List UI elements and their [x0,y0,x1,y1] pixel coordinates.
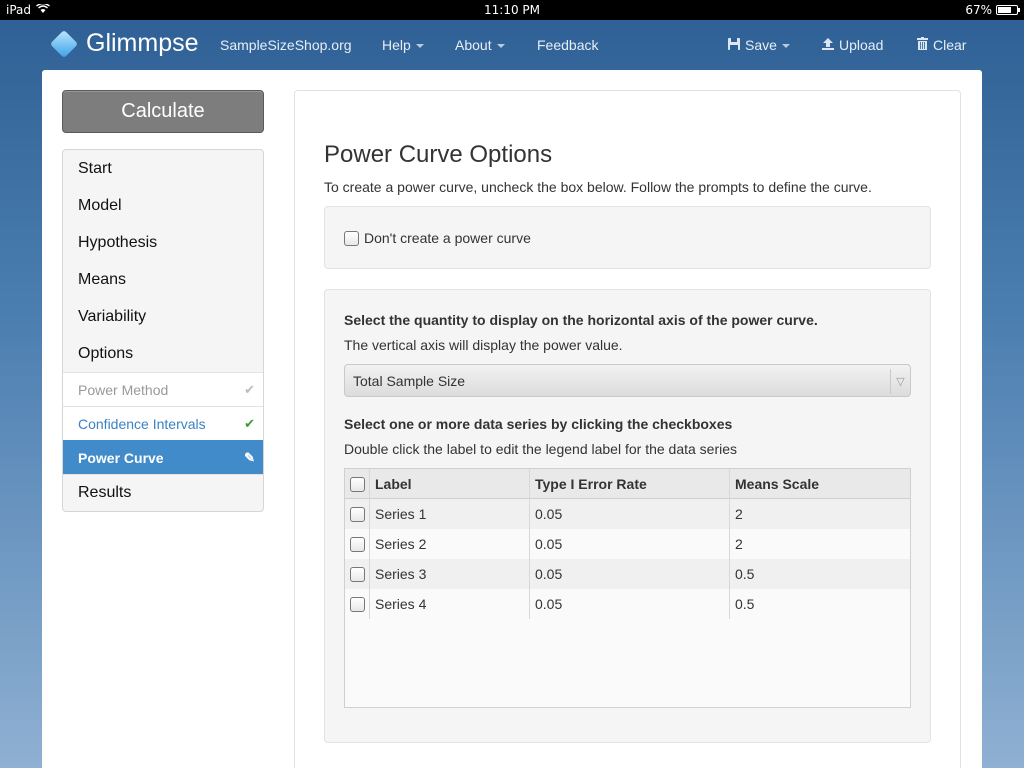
axis-question: Select the quantity to display on the ho… [344,312,818,328]
sidebar-item-model[interactable]: Model [63,187,263,224]
page-title: Power Curve Options [324,141,553,168]
sidebar-item-results[interactable]: Results [63,474,263,511]
upload-icon [822,38,834,53]
no-curve-checkbox[interactable] [344,230,359,246]
clear-button[interactable]: Clear [917,37,966,53]
series-label[interactable]: Series 2 [370,529,530,559]
page-subtitle: To create a power curve, uncheck the box… [324,179,872,195]
row-checkbox[interactable] [350,536,365,552]
axis-note: The vertical axis will display the power… [344,337,623,353]
nav-link-feedback[interactable]: Feedback [537,37,598,53]
type1-value: 0.05 [535,566,563,582]
row-checkbox[interactable] [350,566,365,582]
no-curve-option[interactable]: Don't create a power curve [344,230,531,246]
column-header-means: Means Scale [735,476,820,492]
chevron-down-icon: ▽ [890,369,910,394]
table-row[interactable]: Series 3 0.05 0.5 [345,559,910,589]
nav-help-label: Help [382,37,411,53]
type1-value: 0.05 [535,536,563,552]
sidebar-item-power-curve[interactable]: Power Curve ✎ [63,440,263,474]
series-note: Double click the label to edit the legen… [344,441,738,457]
row-checkbox[interactable] [350,596,365,612]
brand-logo[interactable]: Glimmpse [49,29,199,58]
row-checkbox-cell [345,499,370,529]
row-checkbox-cell [345,529,370,559]
column-header-type1: Type I Error Rate [535,476,647,492]
row-checkbox-cell [345,589,370,619]
nav-menu-help[interactable]: Help [382,37,424,53]
sidebar-item-options[interactable]: Options [63,335,263,372]
upload-button[interactable]: Upload [822,37,883,53]
sidebar-item-start[interactable]: Start [63,150,263,187]
select-all-cell [345,469,370,499]
series-label[interactable]: Series 4 [370,589,530,619]
means-value: 0.5 [735,566,755,582]
type1-value: 0.05 [535,596,563,612]
column-divider [529,469,530,619]
battery-percent: 67% [965,3,992,17]
no-curve-well: Don't create a power curve [324,206,931,269]
main-container: Calculate Start Model Hypothesis Means V… [42,70,982,768]
sidebar-item-hypothesis[interactable]: Hypothesis [63,224,263,261]
wizard-sidebar: Start Model Hypothesis Means Variability… [62,149,264,512]
table-row[interactable]: Series 1 0.05 2 [345,499,910,529]
diamond-logo-icon [49,29,79,58]
select-all-checkbox[interactable] [350,476,365,492]
column-divider [369,469,370,619]
battery-icon [996,5,1020,15]
sidebar-item-label: Power Method [78,381,169,398]
clear-label: Clear [933,37,967,53]
type1-value: 0.05 [535,506,563,522]
series-question: Select one or more data series by clicki… [344,416,733,432]
table-row[interactable]: Series 2 0.05 2 [345,529,910,559]
save-menu-button[interactable]: Save [728,37,790,53]
sidebar-item-label: Confidence Intervals [78,415,206,432]
calculate-button[interactable]: Calculate [62,90,264,133]
trash-icon [917,37,928,53]
sidebar-item-power-method[interactable]: Power Method ✔ [63,372,263,406]
nav-link-samplesizeshop[interactable]: SampleSizeShop.org [220,37,352,53]
pencil-icon: ✎ [244,449,255,465]
select-value: Total Sample Size [353,373,466,389]
clock: 11:10 PM [484,3,540,17]
save-label: Save [745,37,777,53]
checkmark-icon: ✔ [244,415,255,431]
nav-about-label: About [455,37,492,53]
means-value: 2 [735,506,743,522]
sidebar-item-variability[interactable]: Variability [63,298,263,335]
upload-label: Upload [839,37,884,53]
chevron-down-icon [496,44,505,49]
series-label[interactable]: Series 1 [370,499,530,529]
content-panel: Power Curve Options To create a power cu… [294,90,961,768]
checkmark-icon: ✔ [244,381,255,397]
brand-name: Glimmpse [86,29,199,57]
floppy-disk-icon [728,38,740,53]
curve-options-well: Select the quantity to display on the ho… [324,289,931,743]
row-checkbox[interactable] [350,506,365,522]
means-value: 0.5 [735,596,755,612]
no-curve-label: Don't create a power curve [364,230,531,246]
means-value: 2 [735,536,743,552]
table-row[interactable]: Series 4 0.05 0.5 [345,589,910,619]
chevron-down-icon [781,44,790,49]
sidebar-item-confidence-intervals[interactable]: Confidence Intervals ✔ [63,406,263,440]
row-checkbox-cell [345,559,370,589]
column-header-label: Label [375,476,412,492]
series-label[interactable]: Series 3 [370,559,530,589]
data-series-table: Label Type I Error Rate Means Scale Seri… [344,468,911,708]
column-divider [729,469,730,619]
status-bar: iPad 11:10 PM 67% [0,0,1024,20]
top-navbar: Glimmpse SampleSizeShop.org Help About F… [0,20,1024,70]
chevron-down-icon [415,44,424,49]
horizontal-axis-select[interactable]: Total Sample Size ▽ [344,364,911,397]
sidebar-item-label: Power Curve [78,449,164,466]
nav-menu-about[interactable]: About [455,37,505,53]
table-header: Label Type I Error Rate Means Scale [345,469,910,499]
sidebar-item-means[interactable]: Means [63,261,263,298]
